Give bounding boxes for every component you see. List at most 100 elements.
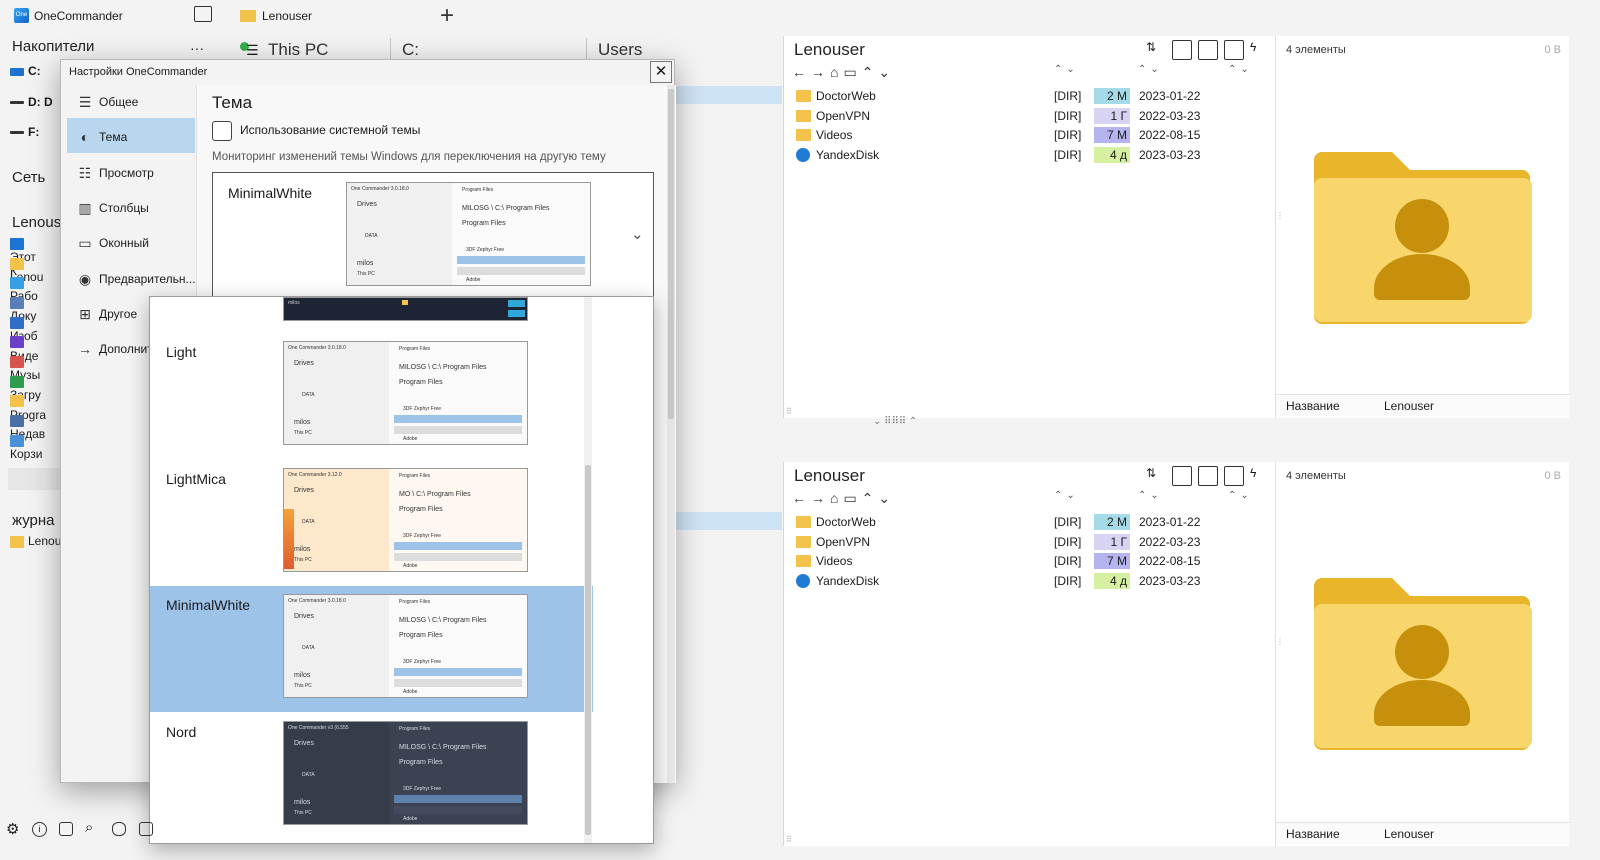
tab-lenouser[interactable]: Lenouser: [232, 0, 422, 34]
sidebar-item[interactable]: Рабо: [10, 275, 38, 303]
clipboard-icon[interactable]: [1224, 40, 1244, 60]
new-window-icon[interactable]: [194, 6, 212, 22]
flash-icon[interactable]: ϟ: [1250, 40, 1270, 60]
system-theme-label[interactable]: Использование системной темы: [240, 123, 420, 137]
navigation-buttons[interactable]: ←→⌂▭⌃⌄: [792, 64, 895, 81]
account-icon[interactable]: [112, 822, 126, 836]
column-sort-icon[interactable]: ⌃⌄: [1054, 490, 1079, 501]
info-icon[interactable]: i: [32, 822, 47, 837]
chevron-down-icon[interactable]: ⌄: [631, 225, 644, 243]
sidebar-item[interactable]: Progra: [10, 394, 46, 422]
dual-pane-icon[interactable]: [59, 822, 73, 836]
column-sort-icon[interactable]: ⌃⌄: [1228, 490, 1253, 501]
collapse-grip-icon[interactable]: ⋮: [1276, 211, 1284, 220]
theme-option[interactable]: LightMica One Commander 3.12.0 Drives milos…: [150, 460, 593, 586]
thumb-text: milos: [288, 300, 300, 306]
drive-c[interactable]: C:: [10, 64, 41, 84]
clipboard-icon[interactable]: [1224, 466, 1244, 486]
thumb-text: One Commander v3 (6.555: [288, 724, 349, 731]
content-scrollbar[interactable]: [667, 85, 675, 783]
sidebar-item[interactable]: Этот К: [10, 236, 36, 278]
file-row[interactable]: OpenVPN [DIR] 1 Г 2022-03-23: [796, 533, 1216, 553]
file-name: Videos: [816, 128, 853, 143]
sort-icon[interactable]: ⇅: [1146, 40, 1166, 60]
sidebar-item[interactable]: Виде: [10, 335, 38, 363]
sidebar-item[interactable]: Изоб: [10, 315, 38, 343]
theme-option[interactable]: Light One Commander 3.0.18.0 Drives milos Th…: [150, 333, 593, 459]
file-row[interactable]: Videos [DIR] 7 M 2022-08-15: [796, 126, 1216, 146]
settings-gear-icon[interactable]: ⚙: [6, 820, 19, 838]
close-button[interactable]: ✕: [650, 61, 672, 83]
theme-option-name: Nord: [166, 723, 197, 740]
flash-icon[interactable]: ϟ: [1250, 466, 1270, 486]
add-tab-button[interactable]: +: [440, 2, 454, 30]
scrollbar-thumb[interactable]: [668, 89, 674, 419]
crumb-c[interactable]: C:: [402, 40, 419, 60]
details-view-icon[interactable]: [1172, 466, 1192, 486]
navigation-buttons[interactable]: ←→⌂▭⌃⌄: [792, 490, 895, 507]
network-title[interactable]: Сеть: [12, 169, 45, 186]
journal-item[interactable]: Lenou: [10, 534, 61, 554]
new-folder-icon[interactable]: [1198, 40, 1218, 60]
sort-icon[interactable]: ⇅: [1146, 466, 1166, 486]
apps-icon: ⊞: [79, 305, 91, 322]
file-date: 2023-01-22: [1139, 515, 1201, 529]
settings-nav-item[interactable]: ◐ Тема: [67, 118, 195, 154]
folder-icon: [796, 90, 811, 102]
theme-option[interactable]: MinimalWhite One Commander 3.0.18.0 Drives…: [150, 586, 593, 712]
column-sort-icon[interactable]: ⌃⌄: [1228, 64, 1253, 75]
settings-nav-item[interactable]: ◉ Предварительн...: [67, 260, 196, 295]
resize-grip-icon[interactable]: ⠿: [786, 407, 792, 416]
settings-nav-item[interactable]: ▭ Оконный: [67, 224, 195, 259]
thumb-right-panel: Program Files MILOSG \ C:\ Program Files P…: [389, 721, 527, 824]
sidebar-item[interactable]: Lenou: [10, 256, 43, 284]
theme-option[interactable]: Nord One Commander v3 (6.555 Drives milos Th…: [150, 713, 593, 839]
thumb-text: This PC: [294, 683, 312, 689]
new-folder-icon[interactable]: [1198, 466, 1218, 486]
drives-menu-icon[interactable]: ···: [190, 40, 204, 56]
file-row[interactable]: OpenVPN [DIR] 1 Г 2022-03-23: [796, 107, 1216, 127]
file-row[interactable]: YandexDisk [DIR] 4 д 2023-03-23: [796, 146, 1216, 166]
file-row[interactable]: Videos [DIR] 7 M 2022-08-15: [796, 552, 1216, 572]
thumb-text: milos: [294, 798, 311, 806]
settings-nav-item[interactable]: ▥ Столбцы: [67, 189, 195, 224]
details-view-icon[interactable]: [1172, 40, 1192, 60]
column-sort-icon[interactable]: ⌃⌄: [1138, 64, 1163, 75]
thumb-text: Drives: [294, 739, 314, 747]
sidebar-item[interactable]: Недав: [10, 413, 45, 441]
dropdown-scrollbar[interactable]: [584, 297, 592, 843]
file-row[interactable]: DoctorWeb [DIR] 2 M 2023-01-22: [796, 513, 1216, 533]
thumb-row: [394, 426, 522, 434]
settings-nav-label: Общее: [99, 95, 139, 109]
sidebar-item[interactable]: Корзи: [10, 433, 42, 461]
drive-f[interactable]: F:: [10, 125, 39, 145]
thumb-text: MILOSG \ C:\ Program Files: [399, 743, 487, 751]
mica-backdrop: [284, 508, 294, 569]
folder-icon: [402, 300, 408, 305]
sidebar-item[interactable]: Музы: [10, 354, 40, 382]
new-window-icon[interactable]: [139, 822, 153, 836]
resize-grip-icon[interactable]: ⠿: [786, 835, 792, 844]
file-type: [DIR]: [1054, 515, 1082, 529]
drive-d[interactable]: D: D: [10, 95, 53, 115]
search-icon[interactable]: ⌕: [85, 819, 93, 836]
thumb-text: 3DF Zephyr Free: [403, 785, 442, 792]
collapse-grip-icon[interactable]: ⋮: [1276, 637, 1284, 646]
settings-nav-item[interactable]: ☷ Просмотр: [67, 154, 195, 189]
file-size-badge: 4 д: [1094, 147, 1130, 164]
crumb-users[interactable]: Users: [598, 40, 642, 60]
system-theme-checkbox[interactable]: [212, 121, 232, 141]
crumb-this-pc[interactable]: This PC: [268, 40, 328, 60]
column-sort-icon[interactable]: ⌃⌄: [1054, 64, 1079, 75]
theme-select[interactable]: MinimalWhite One Commander 3.0.18.0 Drive…: [212, 172, 654, 298]
column-sort-icon[interactable]: ⌃⌄: [1138, 490, 1163, 501]
file-row[interactable]: DoctorWeb [DIR] 2 M 2023-01-22: [796, 87, 1216, 107]
sidebar-item[interactable]: Доку: [10, 295, 36, 323]
scrollbar-thumb[interactable]: [585, 465, 591, 835]
splitter-handle-icon[interactable]: ⌄ ⠿⠿⠿ ⌃: [873, 416, 917, 427]
file-row[interactable]: YandexDisk [DIR] 4 д 2023-03-23: [796, 572, 1216, 592]
sidebar-item[interactable]: Загру: [10, 374, 41, 402]
pane-splitter[interactable]: ⌄ ⠿⠿⠿ ⌃: [783, 416, 1600, 462]
location-icon: [10, 277, 24, 290]
settings-nav-item[interactable]: ☰ Общее: [67, 83, 195, 118]
